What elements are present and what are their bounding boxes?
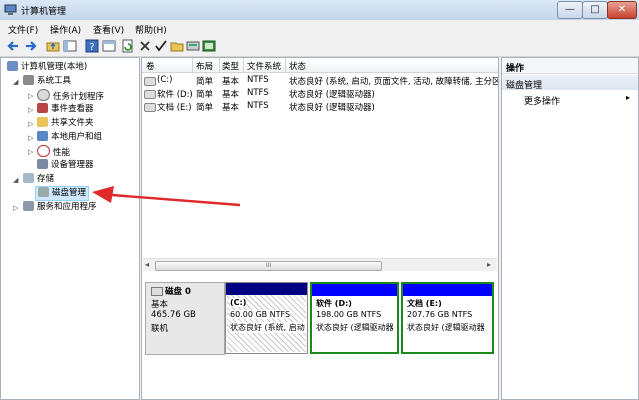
tree-item-storage[interactable]: 存储 xyxy=(23,173,54,186)
tree-item-device-manager[interactable]: 设备管理器 xyxy=(37,159,94,172)
volume-icon xyxy=(144,103,156,112)
computer-management-icon xyxy=(4,4,17,15)
title-bar: 计算机管理 — □ ✕ xyxy=(0,0,639,21)
close-button[interactable]: ✕ xyxy=(607,1,637,19)
volume-icon xyxy=(144,77,156,86)
column-separator[interactable] xyxy=(243,58,244,72)
expand-arrow-icon[interactable]: ▷ xyxy=(28,148,33,156)
submenu-arrow-icon: ▸ xyxy=(626,93,631,102)
minimize-button[interactable]: — xyxy=(557,1,583,19)
disk-drive-icon xyxy=(151,287,163,296)
clock-icon xyxy=(37,89,50,101)
column-separator[interactable] xyxy=(285,58,286,72)
navigation-tree: 计算机管理(本地) ◢ 系统工具 ▷ 任务计划程序 ▷ 事件查看器 ▷ 共享文件… xyxy=(0,57,140,400)
disk-properties-icon[interactable] xyxy=(202,39,216,53)
table-row[interactable]: 软件 (D:) 简单 基本 NTFS 状态良好 (逻辑驱动器) xyxy=(142,87,498,100)
help-icon[interactable]: ? xyxy=(85,39,99,53)
menu-help[interactable]: 帮助(H) xyxy=(135,23,167,36)
scroll-left-icon[interactable]: ◂ xyxy=(145,260,149,269)
delete-icon[interactable] xyxy=(138,39,152,53)
more-actions-item[interactable]: 更多操作 ▸ xyxy=(502,92,638,107)
menu-bar: 文件(F) 操作(A) 查看(V) 帮助(H) xyxy=(0,20,639,37)
partition-d[interactable]: 软件 (D:) 198.00 GB NTFS 状态良好 (逻辑驱动器 xyxy=(310,282,399,354)
collapse-arrow-icon[interactable]: ◢ xyxy=(13,176,18,184)
expand-arrow-icon[interactable]: ▷ xyxy=(28,134,33,142)
tree-item-task-scheduler[interactable]: 任务计划程序 xyxy=(37,89,104,102)
device-manager-icon xyxy=(37,159,48,169)
scrollbar-thumb[interactable]: III xyxy=(155,261,382,271)
column-separator[interactable] xyxy=(219,58,220,72)
volume-table-header: 卷 布局 类型 文件系统 状态 xyxy=(142,58,498,73)
tree-item-root[interactable]: 计算机管理(本地) xyxy=(7,61,87,74)
disk-0-label[interactable]: 磁盘 0 基本 465.76 GB 联机 xyxy=(145,282,225,355)
partition-c[interactable]: (C:) 60.00 GB NTFS 状态良好 (系统, 启动 xyxy=(225,282,308,354)
column-volume[interactable]: 卷 xyxy=(146,60,155,72)
actions-header: 操作 xyxy=(502,58,638,74)
maximize-button[interactable]: □ xyxy=(582,1,608,19)
menu-file[interactable]: 文件(F) xyxy=(8,23,38,36)
horizontal-scrollbar[interactable]: ◂ III ▸ xyxy=(143,258,497,271)
open-folder-icon[interactable] xyxy=(170,39,184,53)
expand-arrow-icon[interactable]: ▷ xyxy=(28,120,33,128)
partition-e[interactable]: 文档 (E:) 207.76 GB NTFS 状态良好 (逻辑驱动器 xyxy=(401,282,494,354)
actions-pane: 操作 磁盘管理 更多操作 ▸ xyxy=(501,57,639,400)
storage-icon xyxy=(23,173,34,183)
disk-icon[interactable] xyxy=(186,39,200,53)
refresh-icon[interactable] xyxy=(121,39,135,53)
table-row[interactable]: 文档 (E:) 简单 基本 NTFS 状态良好 (逻辑驱动器) xyxy=(142,100,498,113)
tree-item-event-viewer[interactable]: 事件查看器 xyxy=(37,103,94,116)
tools-icon xyxy=(23,75,34,85)
actions-section-disk-management[interactable]: 磁盘管理 xyxy=(502,75,638,91)
collapse-arrow-icon[interactable]: ◢ xyxy=(13,78,18,86)
expand-arrow-icon[interactable]: ▷ xyxy=(28,92,33,100)
table-row[interactable]: (C:) 简单 基本 NTFS 状态良好 (系统, 启动, 页面文件, 活动, … xyxy=(142,74,498,87)
performance-icon xyxy=(37,145,50,157)
scroll-right-icon[interactable]: ▸ xyxy=(487,260,491,269)
tree-item-disk-management[interactable]: 磁盘管理 xyxy=(35,186,90,201)
services-icon xyxy=(23,201,34,211)
window-title: 计算机管理 xyxy=(21,7,67,17)
column-status[interactable]: 状态 xyxy=(289,60,306,72)
show-hide-tree-icon[interactable] xyxy=(63,39,77,53)
svg-text:?: ? xyxy=(89,42,94,53)
tree-item-services-apps[interactable]: 服务和应用程序 xyxy=(23,201,97,214)
menu-view[interactable]: 查看(V) xyxy=(93,23,124,36)
volume-icon xyxy=(144,90,156,99)
back-icon[interactable] xyxy=(6,39,20,53)
shared-folder-icon xyxy=(37,117,48,127)
expand-arrow-icon[interactable]: ▷ xyxy=(28,106,33,114)
disk-management-icon xyxy=(38,187,49,197)
expand-arrow-icon[interactable]: ▷ xyxy=(13,204,18,212)
event-viewer-icon xyxy=(37,103,48,113)
column-layout[interactable]: 布局 xyxy=(196,60,213,72)
tree-item-performance[interactable]: 性能 xyxy=(37,145,70,158)
menu-action[interactable]: 操作(A) xyxy=(50,23,81,36)
check-icon[interactable] xyxy=(154,39,168,53)
computer-management-icon xyxy=(7,61,18,71)
users-icon xyxy=(37,131,48,141)
column-filesystem[interactable]: 文件系统 xyxy=(247,60,281,72)
tree-item-system-tools[interactable]: 系统工具 xyxy=(23,75,71,88)
forward-icon[interactable] xyxy=(24,39,38,53)
up-folder-icon[interactable] xyxy=(46,39,60,53)
column-separator[interactable] xyxy=(192,58,193,72)
properties-icon[interactable] xyxy=(102,39,116,53)
tree-item-local-users[interactable]: 本地用户和组 xyxy=(37,131,102,144)
tree-item-shared-folders[interactable]: 共享文件夹 xyxy=(37,117,94,130)
toolbar: ? xyxy=(0,37,639,57)
volume-panel: 卷 布局 类型 文件系统 状态 (C:) 简单 基本 NTFS 状态良好 (系统… xyxy=(141,57,499,400)
graphical-disk-view: 磁盘 0 基本 465.76 GB 联机 (C:) 60.00 GB NTFS … xyxy=(143,274,497,399)
column-type[interactable]: 类型 xyxy=(222,60,239,72)
